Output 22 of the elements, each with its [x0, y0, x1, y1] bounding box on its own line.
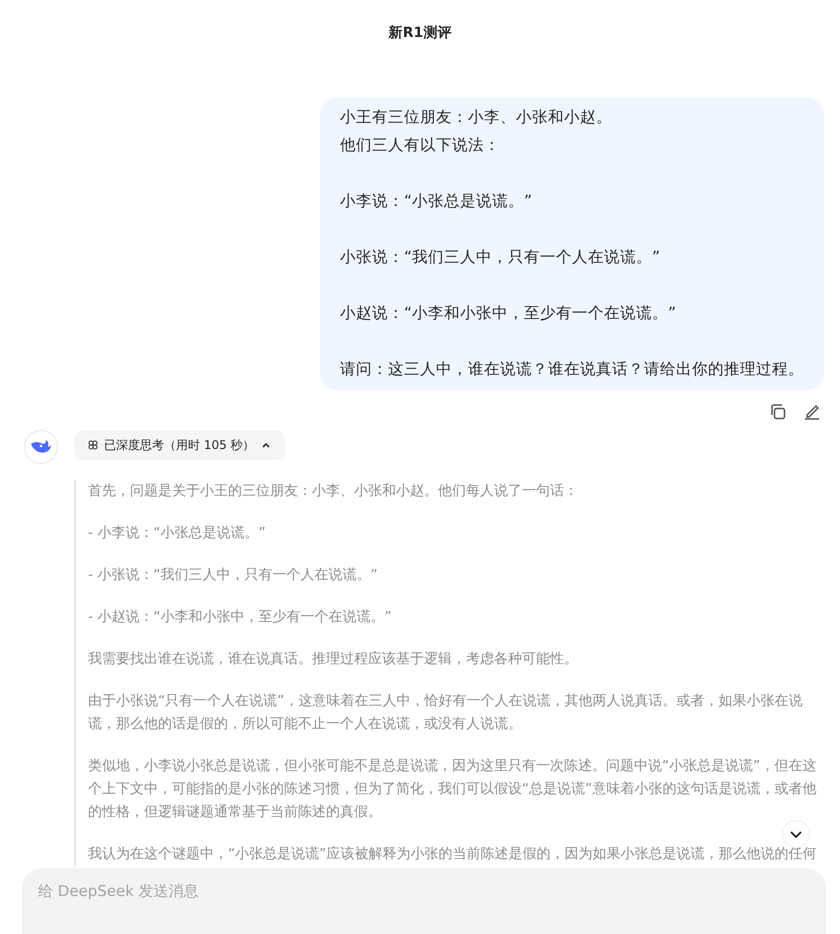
thinking-paragraph: - 小李说：“小张总是说谎。”: [88, 524, 267, 543]
thinking-paragraph: 首先，问题是关于小王的三位朋友：小李、小张和小赵。他们每人说了一句话：: [88, 482, 579, 501]
edit-icon[interactable]: [802, 402, 822, 422]
thinking-paragraph: - 小赵说：“小李和小张中，至少有一个在说谎。”: [88, 608, 393, 627]
message-line: 小张说：“我们三人中，只有一个人在说谎。”: [340, 247, 662, 268]
message-line: 小李说：“小张总是说谎。”: [340, 191, 534, 212]
thinking-paragraph: - 小张说：“我们三人中，只有一个人在说谎。”: [88, 566, 379, 585]
scroll-down-button[interactable]: [782, 820, 810, 848]
message-line: 请问：这三人中，谁在说谎？谁在说真话？请给出你的推理过程。: [340, 359, 804, 380]
message-line: 他们三人有以下说法：: [340, 135, 501, 156]
thinking-toggle[interactable]: 已深度思考（用时 105 秒）: [74, 430, 285, 460]
clover-icon: [88, 440, 98, 450]
thinking-paragraph: 类似地，小李说小张总是说谎，但小张可能不是总是说谎，因为这里只有一次陈述。问题中说“小张总是说谎”，但在这个上下文中，可能指的是小张的陈述习惯，但为了简化，我们可以假设“总是说谎”意味着小张的这句话是说谎，或者他的性格，但逻辑谜题通常基于当前陈述的真假。: [88, 757, 818, 822]
caret-icon: [260, 440, 271, 450]
message-input[interactable]: 给 DeepSeek 发送消息: [22, 868, 826, 934]
message-line: 小王有三位朋友：小李、小张和小赵。: [340, 107, 613, 128]
chat-title: 新R1测评: [388, 24, 452, 43]
whale-logo-icon: [24, 430, 58, 464]
message-line: 小赵说：“小李和小张中，至少有一个在说谎。”: [340, 303, 678, 324]
thinking-paragraph: 由于小张说“只有一个人在说谎”，这意味着在三人中，恰好有一个人在说谎，其他两人说真话。或者，如果小张在说谎，那么他的话是假的，所以可能不止一个人在说谎，或没有人说谎。: [88, 692, 804, 734]
thinking-paragraph: 我认为在这个谜题中，“小张总是说谎”应该被解释为小张的当前陈述是假的，因为如果小张总是说谎，那么他说的任何: [88, 845, 818, 864]
thinking-paragraph: 我需要找出谁在说谎，谁在说真话。推理过程应该基于逻辑，考虑各种可能性。: [88, 650, 579, 669]
